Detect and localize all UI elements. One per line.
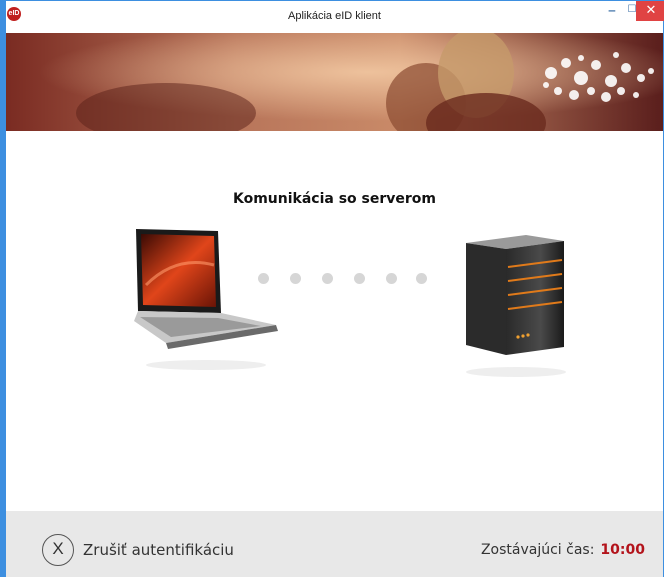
footer-bar: X Zrušiť autentifikáciu Zostávajúci čas:…	[6, 511, 663, 577]
cancel-icon[interactable]: X	[42, 534, 74, 566]
progress-dot	[258, 273, 269, 284]
header-banner	[6, 33, 663, 131]
progress-dot	[386, 273, 397, 284]
progress-dot	[290, 273, 301, 284]
timer-label: Zostávajúci čas:	[480, 542, 595, 558]
page-heading: Komunikácia so serverom	[232, 191, 436, 207]
banner-image	[6, 33, 663, 131]
progress-dot	[354, 273, 365, 284]
progress-dot	[322, 273, 333, 284]
progress-dot	[416, 273, 427, 284]
server-icon	[456, 227, 576, 382]
minimize-button[interactable]: ‒	[602, 1, 622, 21]
cancel-authentication-button[interactable]: X Zrušiť autentifikáciu	[42, 534, 234, 566]
timer-value: 10:00	[600, 542, 645, 558]
laptop-icon	[126, 225, 286, 375]
close-button[interactable]: ✕	[636, 1, 664, 21]
window-title: Aplikácia eID klient	[288, 10, 381, 22]
app-window: eID Aplikácia eID klient ‒ ☐ ✕ Komunikác…	[0, 0, 664, 577]
progress-dots	[258, 273, 438, 287]
remaining-time: Zostávajúci čas: 10:00	[481, 542, 645, 558]
title-bar[interactable]: eID Aplikácia eID klient ‒ ☐ ✕	[6, 1, 664, 33]
cancel-label[interactable]: Zrušiť autentifikáciu	[83, 541, 234, 559]
